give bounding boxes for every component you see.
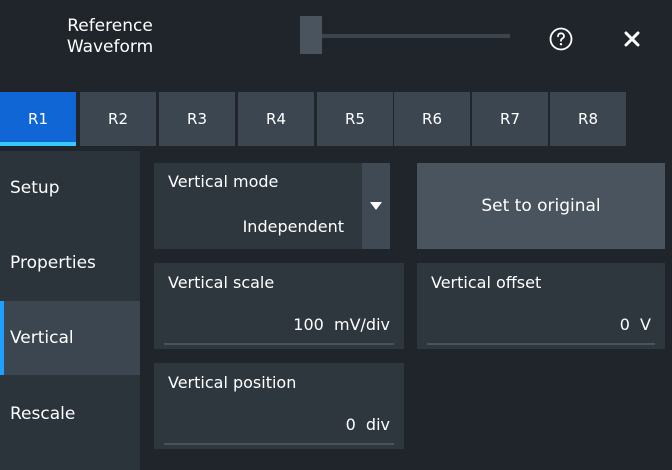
dialog-header: Reference Waveform [0, 0, 672, 92]
vertical-scale-value: 100 mV/div [293, 315, 390, 334]
vertical-mode-dropdown-button[interactable] [362, 163, 390, 249]
dialog-title-line2: Waveform [66, 37, 154, 57]
vertical-position-underline [164, 443, 394, 445]
tab-r8[interactable]: R8 [550, 92, 626, 146]
dialog-title-line1: Reference [67, 16, 153, 36]
vertical-position-value: 0 div [345, 415, 390, 434]
vertical-settings-panel: Vertical mode Independent Set to origina… [140, 151, 672, 470]
vertical-offset-underline [427, 343, 655, 345]
transparency-slider-track[interactable] [300, 34, 510, 38]
reference-tabs: R1 R2 R3 R4 R5 R6 R7 R8 [0, 92, 672, 146]
sidebar: Setup Properties Vertical Rescale [0, 151, 140, 470]
vertical-position-field[interactable]: Vertical position 0 div [154, 363, 404, 449]
tab-r1[interactable]: R1 [0, 92, 76, 146]
vertical-mode-select[interactable]: Vertical mode Independent [154, 163, 390, 249]
vertical-mode-value: Independent [242, 217, 344, 236]
vertical-scale-field[interactable]: Vertical scale 100 mV/div [154, 263, 404, 349]
vertical-offset-field[interactable]: Vertical offset 0 V [417, 263, 665, 349]
vertical-offset-value: 0 V [619, 315, 651, 334]
question-circle-icon [549, 27, 573, 51]
tab-r4[interactable]: R4 [238, 92, 314, 146]
tab-r2[interactable]: R2 [80, 92, 156, 146]
sidebar-item-rescale[interactable]: Rescale [0, 377, 140, 451]
vertical-position-label: Vertical position [168, 373, 297, 392]
help-icon[interactable] [549, 27, 573, 51]
sidebar-item-vertical[interactable]: Vertical [0, 301, 140, 375]
tab-r7[interactable]: R7 [472, 92, 548, 146]
vertical-mode-label: Vertical mode [168, 172, 279, 191]
transparency-slider-handle[interactable] [300, 16, 322, 54]
tab-r5[interactable]: R5 [317, 92, 393, 146]
vertical-scale-label: Vertical scale [168, 273, 275, 292]
vertical-offset-label: Vertical offset [431, 273, 542, 292]
vertical-scale-underline [164, 343, 394, 345]
sidebar-item-properties[interactable]: Properties [0, 226, 140, 300]
dialog-title: Reference Waveform [30, 16, 190, 58]
close-icon[interactable] [620, 27, 644, 51]
sidebar-item-setup[interactable]: Setup [0, 151, 140, 225]
chevron-down-icon [370, 202, 382, 210]
tab-r3[interactable]: R3 [159, 92, 235, 146]
set-to-original-button[interactable]: Set to original [417, 163, 665, 249]
close-x-icon [624, 31, 640, 47]
tab-r6[interactable]: R6 [394, 92, 470, 146]
